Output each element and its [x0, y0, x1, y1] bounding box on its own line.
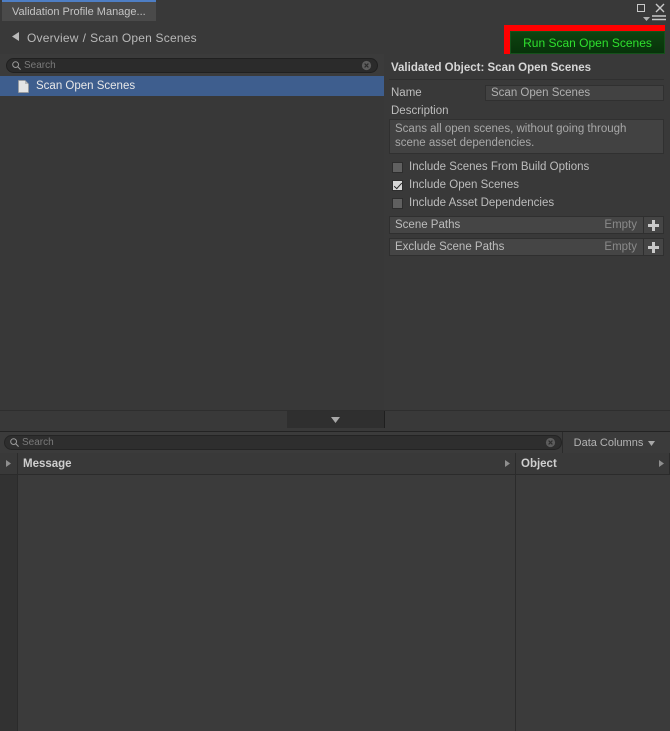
- column-title: Message: [23, 457, 72, 470]
- chevron-right-icon[interactable]: [505, 458, 510, 470]
- run-scan-highlight-box: Run Scan Open Scenes: [504, 25, 665, 54]
- tab-label: Validation Profile Manage...: [12, 5, 146, 18]
- breadcrumb-root[interactable]: Overview: [27, 31, 79, 45]
- clear-icon[interactable]: [545, 437, 556, 448]
- list-row-exclude-scene-paths: Exclude Scene Paths Empty: [389, 238, 664, 256]
- scene-paths-label: Scene Paths: [395, 219, 461, 231]
- validation-profile-manager-window: Validation Profile Manage... Overview / …: [0, 0, 670, 731]
- exclude-scene-paths-label: Exclude Scene Paths: [395, 241, 505, 253]
- tree-item-scan-open-scenes[interactable]: Scan Open Scenes: [0, 76, 384, 96]
- results-search-bar: Search Data Columns: [0, 432, 670, 453]
- results-panel: Search Data Columns Message Object: [0, 431, 670, 731]
- list-row-scene-paths: Scene Paths Empty: [389, 216, 664, 234]
- data-columns-dropdown[interactable]: Data Columns: [562, 432, 666, 453]
- tab-validation-profile-manager[interactable]: Validation Profile Manage...: [2, 0, 156, 21]
- checkbox-box: [392, 161, 403, 173]
- run-scan-open-scenes-button[interactable]: Run Scan Open Scenes: [510, 31, 665, 54]
- chevron-right-icon: [6, 458, 11, 470]
- name-field-row: Name Scan Open Scenes: [389, 84, 664, 102]
- results-table-object-column: [516, 475, 670, 731]
- plus-icon[interactable]: [644, 238, 664, 256]
- window-tabstrip: Validation Profile Manage...: [0, 0, 670, 24]
- exclude-scene-paths-state: Empty: [604, 241, 637, 253]
- chevron-right-icon[interactable]: [659, 458, 664, 470]
- results-table-message-column: [18, 475, 516, 731]
- results-search-placeholder: Search: [22, 437, 54, 448]
- chevron-down-icon: [331, 414, 340, 426]
- checkbox-label: Include Open Scenes: [409, 179, 519, 191]
- splitter-handle[interactable]: [287, 411, 385, 428]
- results-table-gutter: [0, 475, 18, 731]
- checkbox-label: Include Asset Dependencies: [409, 197, 555, 209]
- exclude-scene-paths-field[interactable]: Exclude Scene Paths Empty: [389, 238, 644, 256]
- document-icon: [18, 79, 29, 93]
- plus-icon[interactable]: [644, 216, 664, 234]
- clear-icon[interactable]: [361, 60, 372, 71]
- data-columns-label: Data Columns: [573, 436, 644, 449]
- validated-object-inspector: Validated Object: Scan Open Scenes Name …: [385, 54, 670, 410]
- breadcrumb-current: Scan Open Scenes: [90, 30, 197, 45]
- column-title: Object: [521, 457, 557, 470]
- column-gutter[interactable]: [0, 453, 18, 474]
- tree-item-label: Scan Open Scenes: [36, 80, 136, 92]
- checkbox-include-scenes-from-build-options[interactable]: Include Scenes From Build Options: [389, 158, 664, 176]
- scene-paths-field[interactable]: Scene Paths Empty: [389, 216, 644, 234]
- results-table-body: [0, 475, 670, 731]
- results-column-header: Message Object: [0, 453, 670, 475]
- profile-list-panel: Search Scan Open Scenes: [0, 54, 384, 410]
- profile-search-input[interactable]: Search: [6, 57, 378, 73]
- profile-search-bar: Search: [0, 54, 384, 76]
- checkbox-label: Include Scenes From Build Options: [409, 161, 590, 173]
- search-icon: [12, 60, 21, 70]
- profile-search-placeholder: Search: [24, 59, 56, 71]
- panel-splitter: [0, 410, 670, 431]
- column-header-object[interactable]: Object: [516, 453, 670, 474]
- column-header-message[interactable]: Message: [18, 453, 516, 474]
- profile-tree: Scan Open Scenes: [0, 76, 384, 410]
- checkbox-include-open-scenes[interactable]: Include Open Scenes: [389, 176, 664, 194]
- scene-paths-state: Empty: [604, 219, 637, 231]
- name-input[interactable]: Scan Open Scenes: [485, 85, 664, 101]
- checkbox-box: [392, 197, 403, 209]
- checkbox-include-asset-dependencies[interactable]: Include Asset Dependencies: [389, 194, 664, 212]
- search-icon: [10, 438, 19, 447]
- back-arrow-icon[interactable]: [12, 31, 20, 44]
- name-label: Name: [391, 87, 422, 99]
- description-label: Description: [391, 105, 449, 117]
- description-input[interactable]: Scans all open scenes, without going thr…: [389, 119, 664, 154]
- breadcrumb-separator: /: [82, 30, 87, 45]
- chevron-down-icon: [648, 437, 656, 449]
- checkbox-box: [392, 179, 403, 191]
- results-search-input[interactable]: Search: [4, 435, 562, 450]
- inspector-title: Validated Object: Scan Open Scenes: [389, 62, 664, 80]
